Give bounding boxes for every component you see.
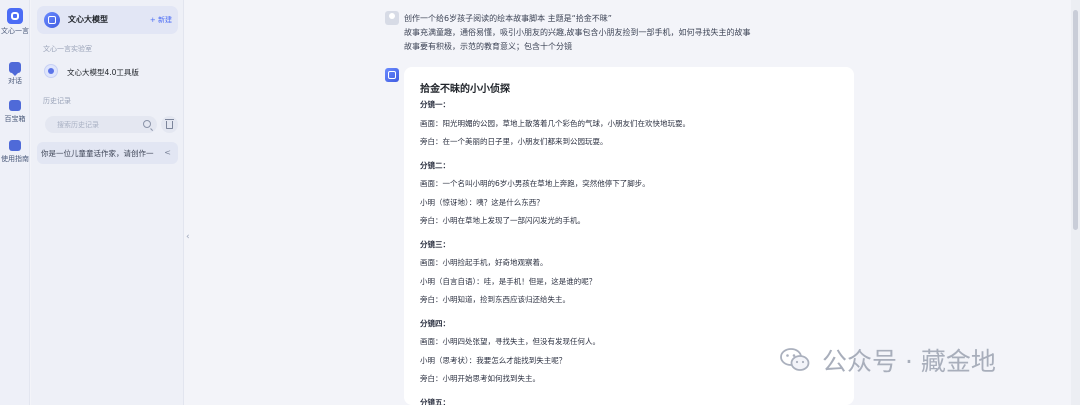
collapse-sidebar-icon[interactable]: ‹ (186, 232, 190, 242)
tool-item[interactable]: 文心大模型4.0工具版 (37, 60, 178, 84)
guide-icon (9, 140, 21, 151)
scene-line: 小明（思考状）：我要怎么才能找到失主呢？ (420, 355, 567, 365)
prompt-line: 故事要有积极，示范的教育意义；包含十个分镜 (404, 42, 572, 51)
rail-item-guide-label: 使用指南 (1, 155, 29, 163)
prompt-line: 故事充满童趣，通俗易懂，吸引小朋友的兴趣,故事包含小朋友捡到一部手机，如何寻找失… (404, 28, 751, 37)
search-icon[interactable] (143, 120, 151, 128)
scene-heading: 分镜五： (420, 397, 450, 405)
chat-icon (9, 62, 21, 76)
scene-line: 旁白：在一个美丽的日子里，小朋友们都来到公园玩耍。 (420, 137, 608, 146)
search-placeholder: 搜索历史记录 (57, 121, 99, 129)
trash-icon (165, 119, 174, 129)
model-avatar-icon (44, 12, 60, 28)
wechat-icon (780, 348, 810, 371)
scene-line: 小明（自言自语）：哇，是手机！但是，这是谁的呢？ (420, 276, 597, 286)
logo-label: 文心一言 (1, 27, 29, 35)
rail-item-chat-label: 对话 (8, 77, 22, 85)
rail-item-toolbox[interactable]: 百宝箱 (0, 100, 30, 124)
model-name: 文心大模型 (68, 15, 108, 24)
lab-section-label: 文心一言实验室 (43, 45, 92, 53)
sidebar: 文心大模型 + 新建 文心一言实验室 文心大模型4.0工具版 历史记录 搜索历史… (31, 0, 184, 405)
scroll-thumb[interactable] (1073, 10, 1078, 230)
rail-item-chat[interactable]: 对话 (0, 62, 30, 86)
history-search-input[interactable]: 搜索历史记录 (45, 116, 157, 133)
scene-line: 画面：阳光明媚的公园，草地上散落着几个彩色的气球，小朋友们在欢快地玩耍。 (420, 118, 690, 128)
bot-avatar (385, 68, 399, 82)
model-selector[interactable]: 文心大模型 + 新建 (37, 6, 178, 34)
clear-history-button[interactable] (161, 116, 178, 133)
response-title: 拾金不昧的小小侦探 (420, 84, 510, 95)
scene-line: 画面：一个名叫小明的6岁小男孩在草地上奔跑，突然他停下了脚步。 (420, 179, 650, 188)
watermark-text: 公众号 · 藏金地 (822, 347, 996, 376)
scene-heading: 分镜四： (420, 318, 450, 328)
scene-line: 画面：小明捡起手机，好奇地观察着。 (420, 258, 548, 267)
scene-heading: 分镜二： (420, 160, 450, 170)
app-logo[interactable]: 文心一言 (0, 8, 30, 36)
history-section-label: 历史记录 (43, 97, 71, 105)
nav-rail: 文心一言 对话 百宝箱 使用指南 (0, 0, 30, 405)
rail-item-toolbox-label: 百宝箱 (4, 115, 26, 123)
scene-heading: 分镜三： (420, 239, 450, 249)
scene-line: 小明（惊讶地）：咦？这是什么东西？ (420, 197, 544, 207)
toolbox-icon (9, 100, 21, 111)
rail-item-guide[interactable]: 使用指南 (0, 140, 30, 164)
logo-icon (7, 8, 23, 24)
history-item-text: 你是一位儿童童话作家，请创作一 (41, 149, 154, 158)
new-chat-button[interactable]: + 新建 (150, 15, 172, 25)
scene-line: 旁白：小明知道，捡到东西应该归还给失主。 (420, 295, 570, 304)
tool-name: 文心大模型4.0工具版 (67, 68, 139, 77)
user-avatar (385, 11, 399, 25)
prompt-line: 创作一个给6岁孩子阅读的绘本故事脚本 主题是“拾金不昧” (404, 14, 612, 23)
tool-avatar-icon (44, 64, 58, 78)
share-icon[interactable]: < (164, 149, 171, 157)
scene-heading: 分镜一： (420, 100, 450, 109)
scene-line: 旁白：小明在草地上发现了一部闪闪发光的手机。 (420, 216, 585, 225)
history-item[interactable]: 你是一位儿童童话作家，请创作一 < (37, 142, 178, 164)
scene-line: 画面：小明四处张望，寻找失主，但没有发现任何人。 (420, 337, 600, 346)
scrollbar[interactable] (1071, 0, 1080, 405)
scene-line: 旁白：小明开始思考如何找到失主。 (420, 374, 540, 383)
user-prompt: 创作一个给6岁孩子阅读的绘本故事脚本 主题是“拾金不昧” 故事充满童趣，通俗易懂… (404, 12, 751, 54)
